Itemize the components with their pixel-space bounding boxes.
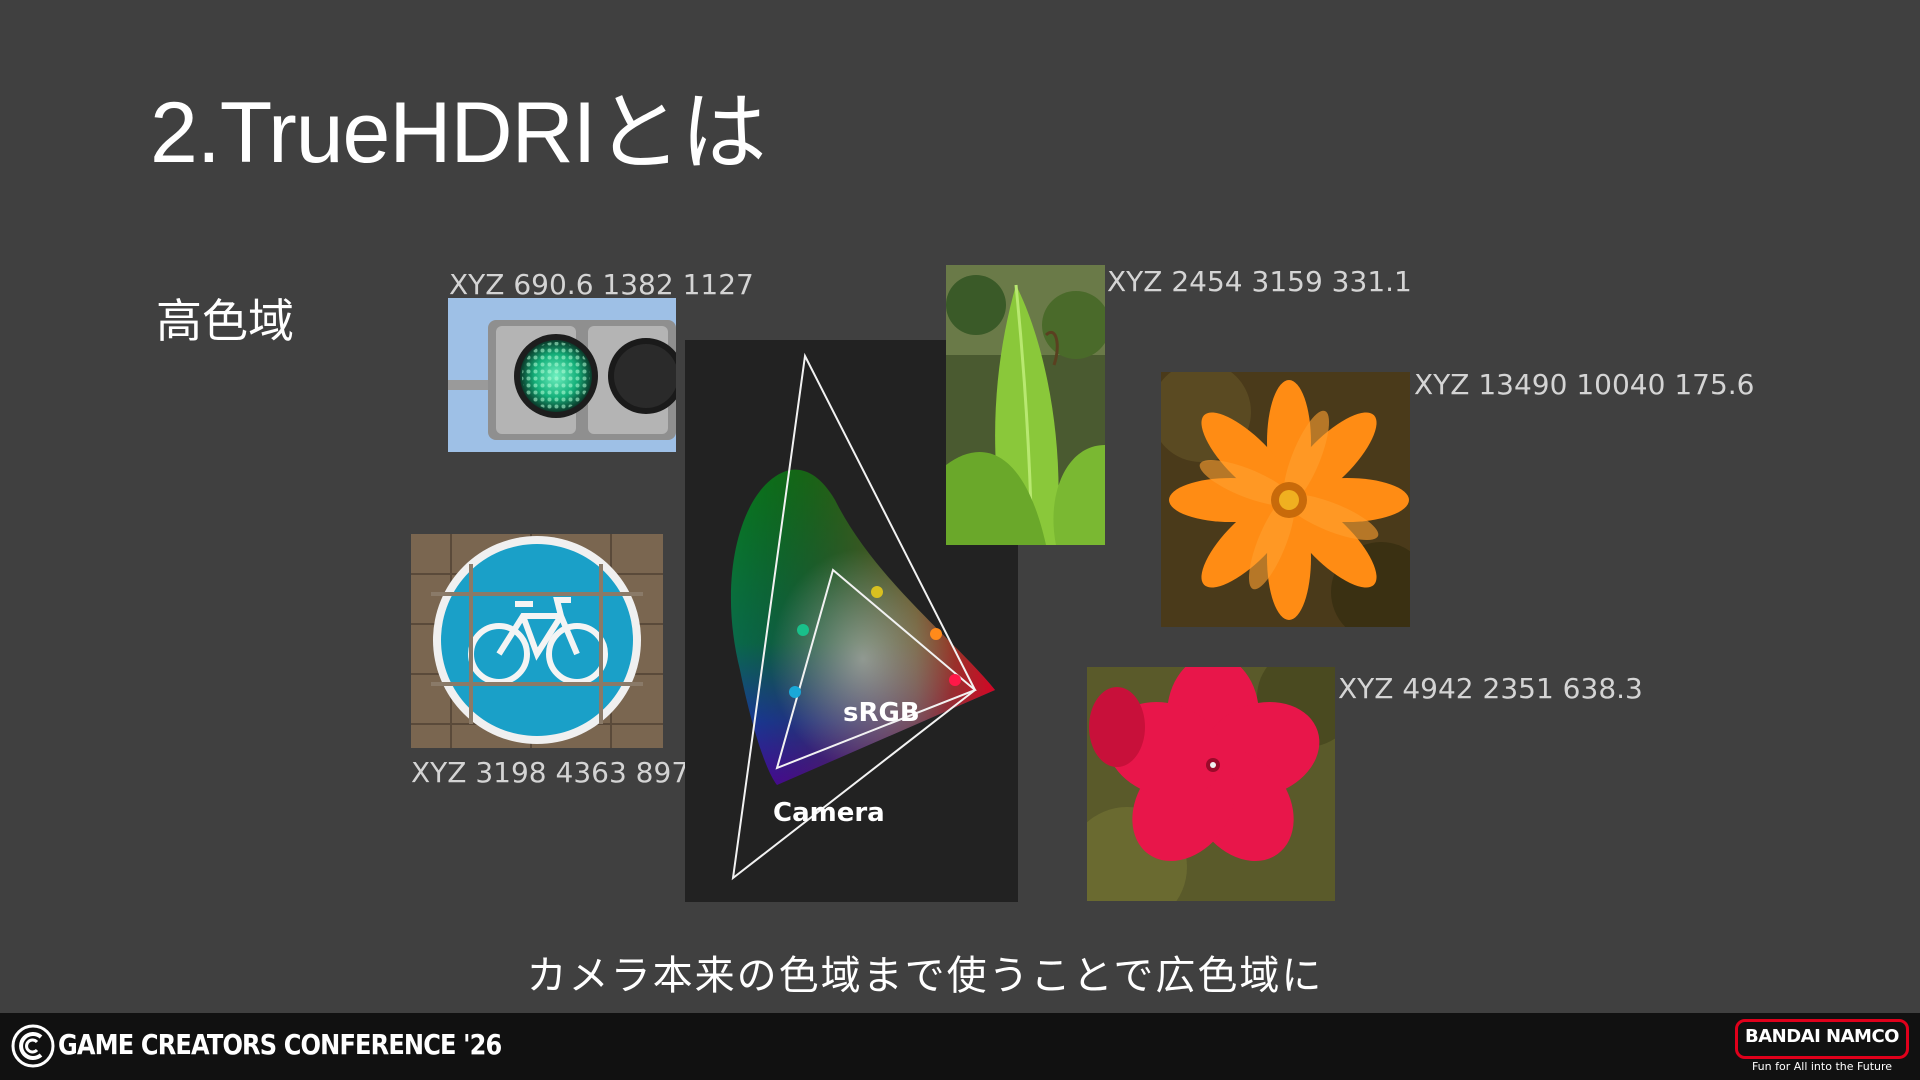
xyz-leaf: XYZ 2454 3159 331.1 <box>1107 265 1412 298</box>
photo-bicycle-sign <box>411 534 663 748</box>
photo-leaf <box>946 265 1105 545</box>
xyz-orange-flower: XYZ 13490 10040 175.6 <box>1414 368 1755 401</box>
photo-red-flower <box>1087 667 1335 901</box>
slide-title: 2.TrueHDRIとは <box>150 85 767 181</box>
section-label: 高色域 <box>156 294 294 348</box>
xyz-bicycle-sign: XYZ 3198 4363 8976 <box>411 756 707 789</box>
sample-dot <box>797 624 809 636</box>
xyz-red-flower: XYZ 4942 2351 638.3 <box>1338 672 1643 705</box>
conference-logo-icon <box>11 1024 55 1068</box>
slide-caption: カメラ本来の色域まで使うことで広色域に <box>526 953 1324 999</box>
photo-orange-flower <box>1161 372 1410 627</box>
footer-bar: GAME CREATORS CONFERENCE '26 BANDAI NAMC… <box>0 1013 1920 1080</box>
xyz-traffic-light: XYZ 690.6 1382 1127 <box>449 268 754 301</box>
photo-traffic-light <box>448 298 676 452</box>
brand-name: BANDAI NAMCO <box>1745 1026 1899 1047</box>
conference-name: GAME CREATORS CONFERENCE '26 <box>58 1028 502 1061</box>
brand-tagline: Fun for All into the Future <box>1751 1060 1893 1073</box>
gamut-label-srgb: sRGB <box>843 698 920 728</box>
gamut-label-camera: Camera <box>773 798 885 828</box>
